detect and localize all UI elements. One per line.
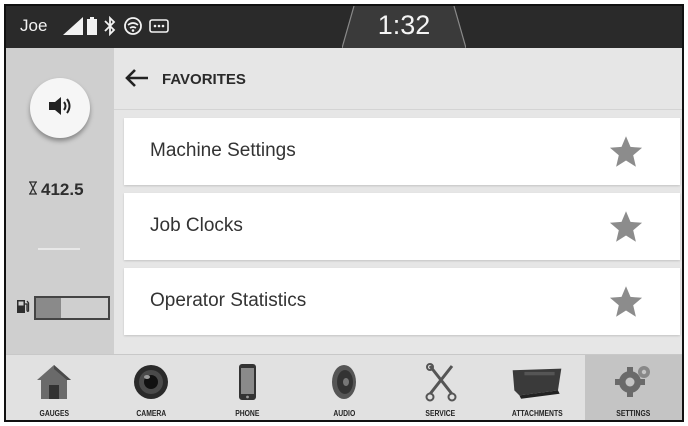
page-title: FAVORITES bbox=[162, 71, 246, 88]
signal-icon bbox=[62, 15, 84, 37]
nav-label: PHONE bbox=[235, 409, 260, 418]
left-panel: 412.5 bbox=[6, 48, 114, 354]
nav-gauges[interactable]: GAUGES bbox=[6, 355, 103, 420]
star-icon[interactable] bbox=[608, 209, 644, 245]
nav-label: SERVICE bbox=[425, 409, 456, 418]
fuel-pump-icon bbox=[16, 298, 30, 319]
page-header: FAVORITES bbox=[114, 48, 682, 110]
fuel-gauge bbox=[16, 296, 110, 320]
nav-audio[interactable]: AUDIO bbox=[296, 355, 393, 420]
favorite-item-job-clocks[interactable]: Job Clocks bbox=[124, 193, 680, 260]
hourglass-icon bbox=[28, 180, 38, 200]
user-name: Joe bbox=[20, 16, 48, 35]
nav-label: SETTINGS bbox=[616, 409, 651, 418]
favorite-label: Operator Statistics bbox=[150, 290, 307, 311]
volume-button[interactable] bbox=[30, 78, 90, 138]
house-icon bbox=[28, 361, 80, 403]
bottom-nav: GAUGES CAMERA PHONE AUDIO SERVICE ATTACH… bbox=[6, 354, 682, 420]
wrench-icon bbox=[415, 361, 467, 403]
nav-label: CAMERA bbox=[135, 409, 166, 418]
nav-camera[interactable]: CAMERA bbox=[103, 355, 200, 420]
engine-hours: 412.5 bbox=[28, 180, 84, 200]
battery-icon bbox=[86, 15, 98, 37]
clock-time: 1:32 bbox=[377, 10, 431, 40]
star-icon[interactable] bbox=[608, 284, 644, 320]
bluetooth-icon bbox=[102, 15, 118, 37]
favorite-item-operator-statistics[interactable]: Operator Statistics bbox=[124, 268, 680, 335]
star-icon[interactable] bbox=[608, 134, 644, 170]
engine-hours-value: 412.5 bbox=[41, 180, 84, 199]
message-icon bbox=[148, 15, 170, 37]
favorites-list: Machine Settings Job Clocks Operator Sta… bbox=[124, 118, 680, 343]
nav-phone[interactable]: PHONE bbox=[199, 355, 296, 420]
nav-label: GAUGES bbox=[39, 409, 70, 418]
volume-icon bbox=[47, 95, 73, 122]
nav-label: AUDIO bbox=[333, 409, 355, 418]
fuel-level-fill bbox=[36, 298, 62, 318]
gear-icon bbox=[608, 361, 660, 403]
wifi-icon bbox=[122, 15, 144, 37]
favorite-label: Machine Settings bbox=[150, 140, 296, 161]
status-bar: Joe 1:32 bbox=[6, 6, 682, 48]
back-arrow-icon[interactable] bbox=[124, 66, 150, 90]
nav-label: ATTACHMENTS bbox=[511, 409, 563, 418]
phone-icon bbox=[221, 361, 273, 403]
nav-settings[interactable]: SETTINGS bbox=[585, 355, 682, 420]
app-frame: Joe 1:32 412.5 FAVORITES Machine Setting… bbox=[4, 4, 684, 422]
fuel-level-bar bbox=[34, 296, 110, 320]
bucket-icon bbox=[511, 361, 563, 403]
favorite-label: Job Clocks bbox=[150, 215, 243, 236]
panel-divider bbox=[38, 248, 80, 250]
favorite-item-machine-settings[interactable]: Machine Settings bbox=[124, 118, 680, 185]
camera-icon bbox=[125, 361, 177, 403]
nav-attachments[interactable]: ATTACHMENTS bbox=[489, 355, 586, 420]
nav-service[interactable]: SERVICE bbox=[392, 355, 489, 420]
speaker-icon bbox=[318, 361, 370, 403]
